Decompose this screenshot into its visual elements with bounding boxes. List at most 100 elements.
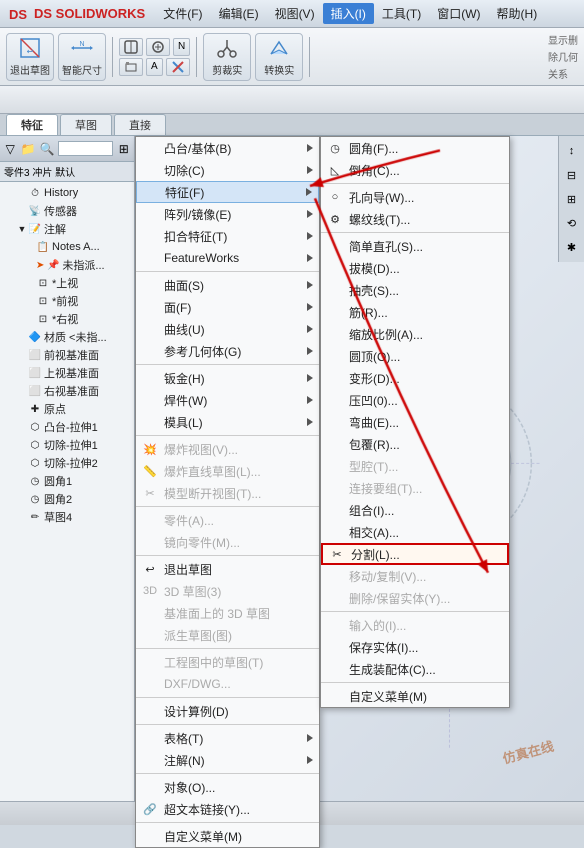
menu-T[interactable]: 工具(T) (374, 3, 429, 24)
tree-item[interactable]: 📡传感器 (0, 202, 134, 220)
tree-item[interactable]: ⊡*右视 (0, 310, 134, 328)
menu-E[interactable]: 编辑(E) (211, 3, 267, 24)
insert-menu-item[interactable]: 阵列/镜像(E) (136, 203, 319, 225)
insert-menu-item: ✂模型断开视图(T)... (136, 482, 319, 504)
tree-item[interactable]: ⊡*上视 (0, 274, 134, 292)
toolbar-small-btn-1[interactable] (119, 38, 143, 56)
insert-menu-item[interactable]: ↩退出草图 (136, 558, 319, 580)
feature-submenu-item[interactable]: 包覆(R)... (321, 433, 509, 455)
feature-submenu-item[interactable]: 筋(R)... (321, 301, 509, 323)
insert-menu-item[interactable]: 模具(L) (136, 411, 319, 433)
insert-menu-item[interactable]: 曲面(S) (136, 274, 319, 296)
tree-item[interactable]: 📋Notes A... (0, 238, 134, 256)
toolbar-small-btn-3[interactable]: N (173, 38, 190, 56)
tree-item[interactable]: ◷圆角2 (0, 490, 134, 508)
insert-menu-item[interactable]: 设计算例(D) (136, 700, 319, 722)
menu-bar: 文件(F)编辑(E)视图(V)插入(I)工具(T)窗口(W)帮助(H) (155, 3, 545, 24)
insert-menu-item[interactable]: 表格(T) (136, 727, 319, 749)
insert-menu-item[interactable]: 特征(F) (136, 181, 319, 203)
right-icon-5[interactable]: ✱ (561, 236, 583, 258)
tree-item[interactable]: ⊡*前视 (0, 292, 134, 310)
right-icon-4[interactable]: ⟲ (561, 212, 583, 234)
tree-node-icon: 🔷 (28, 330, 42, 344)
feature-submenu-item[interactable]: ◺倒角(C)... (321, 159, 509, 181)
feature-submenu-item[interactable]: ◷圆角(F)... (321, 137, 509, 159)
tree-item[interactable]: ⬜上视基准面 (0, 364, 134, 382)
insert-menu-item[interactable]: FeatureWorks (136, 247, 319, 269)
feature-submenu-item[interactable]: ✂分割(L)... (321, 543, 509, 565)
panel-search-input[interactable] (58, 141, 113, 156)
tree-item[interactable]: ⬜前视基准面 (0, 346, 134, 364)
submenu-item-label: 简单直孔(S)... (349, 238, 501, 255)
menu-V[interactable]: 视图(V) (267, 3, 323, 24)
menu-item-icon: ✂ (142, 485, 158, 501)
tree-label: History (44, 187, 78, 199)
feature-submenu-item[interactable]: 弯曲(E)... (321, 411, 509, 433)
insert-menu-item[interactable]: 曲线(U) (136, 318, 319, 340)
panel-title: 零件3 冲片 默认 (0, 162, 134, 182)
exit-sketch-button[interactable]: ↩ 退出草图 (6, 33, 54, 81)
filter-icon[interactable]: ▽ (4, 141, 17, 157)
feature-submenu-item[interactable]: 拔模(D)... (321, 257, 509, 279)
insert-menu-item[interactable]: 钣金(H) (136, 367, 319, 389)
tree-item[interactable]: ⬡切除-拉伸2 (0, 454, 134, 472)
menu-item-label: 超文本链接(Y)... (164, 801, 311, 818)
feature-submenu-item[interactable]: 简单直孔(S)... (321, 235, 509, 257)
tree-item[interactable]: ➤📌未指派... (0, 256, 134, 274)
right-icon-2[interactable]: ⊟ (561, 164, 583, 186)
feature-submenu-item[interactable]: 自定义菜单(M) (321, 685, 509, 707)
insert-menu-item[interactable]: 注解(N) (136, 749, 319, 771)
tree-item[interactable]: ✏草图4 (0, 508, 134, 526)
transform-button[interactable]: 转换实 (255, 33, 303, 81)
panel-icon-1[interactable]: 📁 (21, 141, 36, 157)
feature-submenu-item[interactable]: 组合(I)... (321, 499, 509, 521)
tree-item[interactable]: ⬡切除-拉伸1 (0, 436, 134, 454)
menu-I[interactable]: 插入(I) (323, 3, 374, 24)
toolbar-small-btn-4[interactable] (119, 58, 143, 76)
tab-direct[interactable]: 直接 (114, 114, 166, 135)
toolbar-small-btn-2[interactable] (146, 38, 170, 56)
tree-node-icon: 📌 (46, 258, 60, 272)
feature-submenu-item[interactable]: 相交(A)... (321, 521, 509, 543)
tab-feature[interactable]: 特征 (6, 114, 58, 135)
tree-item[interactable]: ⏱History (0, 184, 134, 202)
toolbar-small-btn-5[interactable]: A (146, 58, 163, 76)
tree-item[interactable]: ⬡凸台-拉伸1 (0, 418, 134, 436)
tree-item[interactable]: 🔷材质 <未指... (0, 328, 134, 346)
panel-collapse-icon[interactable]: ⊞ (117, 141, 130, 157)
insert-menu-item[interactable]: 自定义菜单(M) (136, 825, 319, 847)
right-icon-3[interactable]: ⊞ (561, 188, 583, 210)
feature-submenu-item[interactable]: 缩放比例(A)... (321, 323, 509, 345)
feature-submenu-item[interactable]: 圆顶(O)... (321, 345, 509, 367)
menu-F[interactable]: 文件(F) (155, 3, 210, 24)
feature-submenu-item[interactable]: 压凹(0)... (321, 389, 509, 411)
menu-H[interactable]: 帮助(H) (489, 3, 546, 24)
feature-submenu-item[interactable]: ⚙螺纹线(T)... (321, 208, 509, 230)
insert-menu-item[interactable]: 参考几何体(G) (136, 340, 319, 362)
feature-submenu-item[interactable]: 保存实体(I)... (321, 636, 509, 658)
feature-submenu-item[interactable]: 生成装配体(C)... (321, 658, 509, 680)
toolbar-small-btn-6[interactable] (166, 58, 190, 76)
feature-submenu-item[interactable]: 抽壳(S)... (321, 279, 509, 301)
insert-menu-item[interactable]: 面(F) (136, 296, 319, 318)
cut-button[interactable]: 剪裁实 (203, 33, 251, 81)
insert-menu-item: 零件(A)... (136, 509, 319, 531)
feature-submenu-item[interactable]: 变形(D)... (321, 367, 509, 389)
tree-item[interactable]: ▼📝注解 (0, 220, 134, 238)
insert-menu-item[interactable]: 对象(O)... (136, 776, 319, 798)
insert-menu-item[interactable]: 凸台/基体(B) (136, 137, 319, 159)
tree-item[interactable]: ⬜右视基准面 (0, 382, 134, 400)
panel-icon-2[interactable]: 🔍 (40, 141, 55, 157)
insert-menu-item[interactable]: 扣合特征(T) (136, 225, 319, 247)
menu-W[interactable]: 窗口(W) (429, 3, 488, 24)
insert-menu-item[interactable]: 🔗超文本链接(Y)... (136, 798, 319, 820)
tree-item[interactable]: ✚原点 (0, 400, 134, 418)
insert-menu-item[interactable]: 切除(C) (136, 159, 319, 181)
insert-menu-item[interactable]: 焊件(W) (136, 389, 319, 411)
submenu-separator (321, 183, 509, 184)
tab-sketch[interactable]: 草图 (60, 114, 112, 135)
right-icon-1[interactable]: ↕ (561, 140, 583, 162)
smart-dimension-button[interactable]: N 智能尺寸 (58, 33, 106, 81)
tree-item[interactable]: ◷圆角1 (0, 472, 134, 490)
feature-submenu-item[interactable]: ○孔向导(W)... (321, 186, 509, 208)
